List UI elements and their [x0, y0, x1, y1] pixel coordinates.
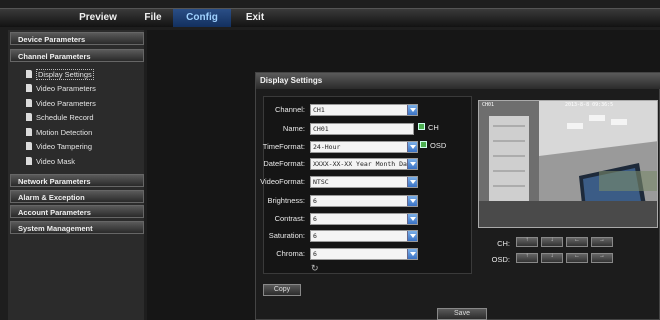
videoformat-select-value: NTSC: [313, 178, 329, 186]
brightness-label: Brightness:: [267, 196, 305, 205]
channel-label: Channel:: [274, 105, 305, 114]
dateformat-select[interactable]: XXXX-XX-XX Year Month Day: [310, 158, 418, 170]
osd-checkbox[interactable]: [420, 141, 427, 148]
sidebar-item-label: Video Parameters: [36, 84, 96, 93]
panel-title: Display Settings: [256, 73, 660, 89]
osd-up-button[interactable]: ↑: [516, 253, 538, 263]
document-icon: [26, 70, 32, 78]
name-field[interactable]: CH01: [310, 123, 414, 135]
osd-nav-label: OSD:: [491, 255, 510, 264]
ch-nav-label: CH:: [497, 239, 510, 248]
sidebar-item-display-settings[interactable]: Display Settings: [26, 69, 94, 81]
chevron-down-icon: [407, 249, 417, 259]
chroma-select-value: 6: [313, 250, 317, 258]
save-button[interactable]: Save: [437, 308, 487, 320]
osd-down-button[interactable]: ↓: [541, 253, 563, 263]
copy-button[interactable]: Copy: [263, 284, 301, 296]
ch-up-button[interactable]: ↑: [516, 237, 538, 247]
sidebar-channel-parameters[interactable]: Channel Parameters: [10, 49, 144, 62]
ch-right-button[interactable]: →: [591, 237, 613, 247]
saturation-label: Saturation:: [268, 231, 305, 240]
chroma-select[interactable]: 6: [310, 248, 418, 260]
sidebar-item-label: Display Settings: [36, 69, 94, 80]
menu-file[interactable]: File: [138, 9, 168, 27]
chevron-down-icon: [407, 231, 417, 241]
arrow-right-icon: →: [599, 253, 605, 259]
camera-preview: CH01 2013-8-8 09:36:5: [478, 100, 658, 228]
sidebar-device-parameters[interactable]: Device Parameters: [10, 32, 144, 45]
chevron-down-icon: [407, 159, 417, 169]
sidebar-item-video-parameters[interactable]: Video Parameters: [26, 83, 96, 95]
name-field-value: CH01: [313, 125, 329, 133]
timeformat-select[interactable]: 24-Hour: [310, 141, 418, 153]
timeformat-label: TimeFormat:: [262, 142, 305, 151]
arrow-down-icon: ↓: [550, 253, 554, 259]
arrow-left-icon: ←: [574, 253, 580, 259]
saturation-select[interactable]: 6: [310, 230, 418, 242]
dateformat-select-value: XXXX-XX-XX Year Month Day: [313, 160, 411, 168]
brightness-select[interactable]: 6: [310, 195, 418, 207]
menu-exit[interactable]: Exit: [240, 9, 270, 27]
menu-config[interactable]: Config: [173, 9, 231, 27]
osd-right-button[interactable]: →: [591, 253, 613, 263]
arrow-up-icon: ↑: [525, 253, 529, 259]
arrow-up-icon: ↑: [525, 237, 529, 243]
arrow-right-icon: →: [599, 237, 605, 243]
brightness-select-value: 6: [313, 197, 317, 205]
office-scene-image: [479, 101, 657, 227]
videoformat-label: VideoFormat:: [260, 177, 305, 186]
chevron-down-icon: [407, 177, 417, 187]
osd-left-button[interactable]: ←: [566, 253, 588, 263]
preview-osd-datetime: 2013-8-8 09:36:5: [565, 102, 614, 108]
ch-down-button[interactable]: ↓: [541, 237, 563, 247]
channel-select[interactable]: CH1: [310, 104, 418, 116]
ch-checkbox[interactable]: [418, 123, 425, 130]
chevron-down-icon: [407, 142, 417, 152]
ch-left-button[interactable]: ←: [566, 237, 588, 247]
videoformat-select[interactable]: NTSC: [310, 176, 418, 188]
osd-checkbox-label: OSD: [430, 141, 447, 150]
chevron-down-icon: [407, 196, 417, 206]
saturation-select-value: 6: [313, 232, 317, 240]
ch-checkbox-label: CH: [428, 123, 439, 132]
chevron-down-icon: [407, 214, 417, 224]
name-label: Name:: [282, 124, 305, 133]
dateformat-label: DateFormat:: [263, 159, 305, 168]
document-icon: [26, 84, 32, 92]
top-menu-bar: Preview File Config Exit: [0, 8, 660, 27]
chevron-down-icon: [407, 105, 417, 115]
contrast-select[interactable]: 6: [310, 213, 418, 225]
arrow-left-icon: ←: [574, 237, 580, 243]
sidebar-item-label: Schedule Record: [36, 113, 94, 122]
preview-osd-channel: CH01: [482, 102, 495, 108]
channel-select-value: CH1: [313, 106, 325, 114]
menu-preview[interactable]: Preview: [70, 9, 126, 27]
contrast-select-value: 6: [313, 215, 317, 223]
chroma-label: Chroma:: [276, 249, 305, 258]
timeformat-select-value: 24-Hour: [313, 143, 341, 151]
arrow-down-icon: ↓: [550, 237, 554, 243]
document-icon: [26, 113, 32, 121]
refresh-icon[interactable]: ↻: [311, 263, 319, 274]
contrast-label: Contrast:: [274, 214, 305, 223]
